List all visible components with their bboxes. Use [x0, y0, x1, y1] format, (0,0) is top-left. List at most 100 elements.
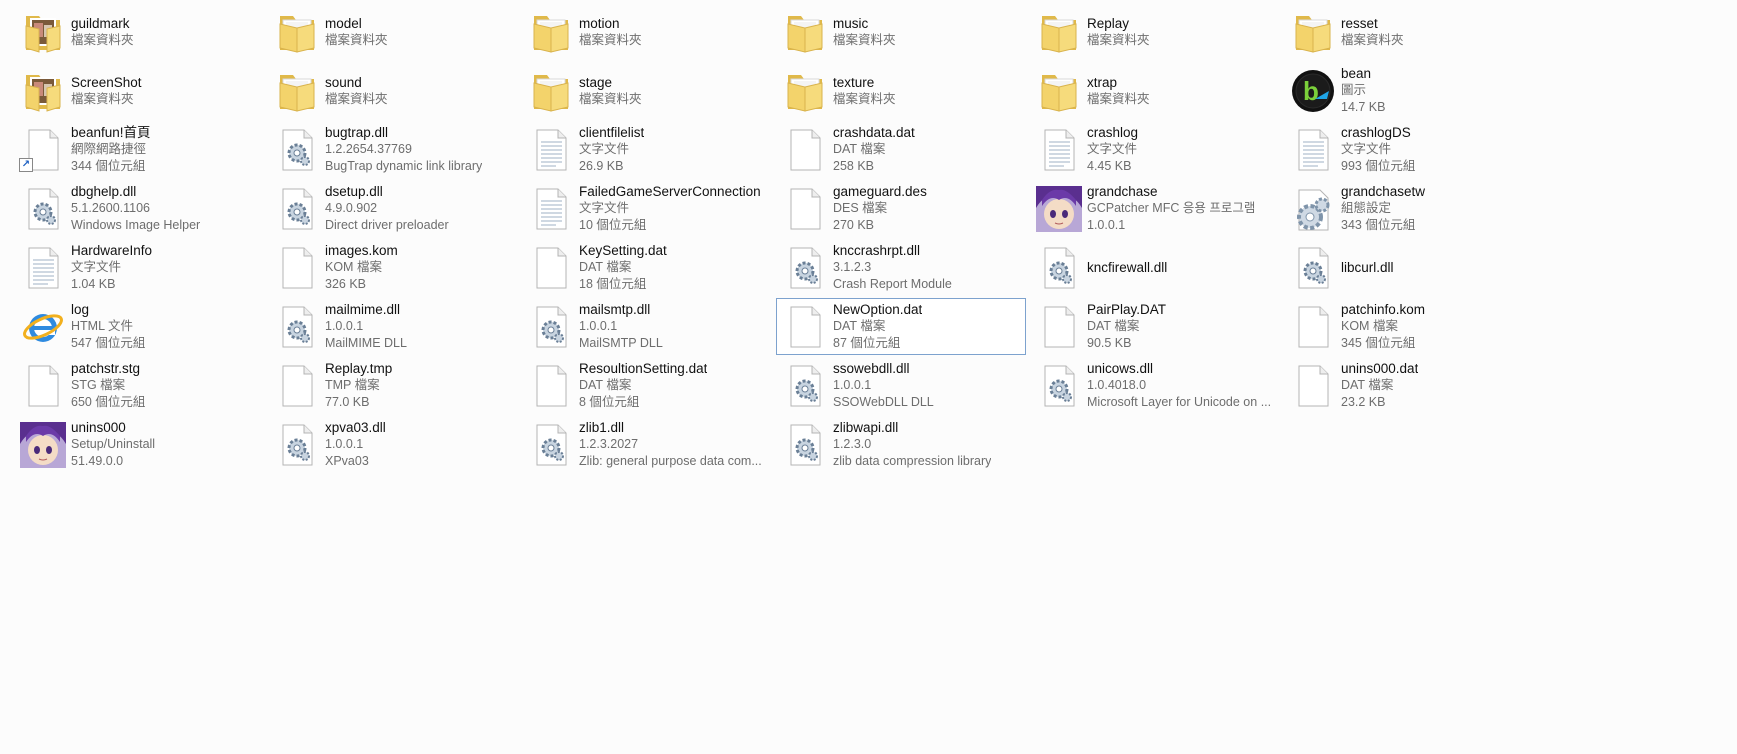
file-type: 檔案資料夾	[325, 32, 388, 47]
file-item[interactable]: crashlogDS 文字文件 993 個位元組	[1284, 121, 1534, 178]
file-item[interactable]: FailedGameServerConnection 文字文件 10 個位元組	[522, 180, 772, 237]
file-detail: 1.04 KB	[71, 277, 116, 291]
file-item[interactable]: zlib1.dll 1.2.3.2027 Zlib: general purpose…	[522, 416, 772, 473]
file-item[interactable]: mailmime.dll 1.0.0.1 MailMIME DLL	[268, 298, 518, 355]
file-detail: 344 個位元組	[71, 159, 146, 173]
file-name: clientfilelist	[579, 125, 645, 140]
file-item[interactable]: log HTML 文件 547 個位元組	[14, 298, 264, 355]
folder-icon	[273, 67, 321, 115]
file-type: 1.2.2654.37769	[325, 142, 412, 156]
file-item[interactable]: guildmark 檔案資料夾	[14, 3, 264, 60]
file-item[interactable]: crashdata.dat DAT 檔案 258 KB	[776, 121, 1026, 178]
file-name: dsetup.dll	[325, 184, 383, 199]
text-file-icon	[1289, 126, 1337, 174]
file-name: gameguard.des	[833, 184, 927, 199]
file-item[interactable]: knccrashrpt.dll 3.1.2.3 Crash Report Modul…	[776, 239, 1026, 296]
file-item[interactable]: images.kom KOM 檔案 326 KB	[268, 239, 518, 296]
file-detail: 23.2 KB	[1341, 395, 1386, 409]
file-item[interactable]: Replay 檔案資料夾	[1030, 3, 1280, 60]
file-item[interactable]: ResoultionSetting.dat DAT 檔案 8 個位元組	[522, 357, 772, 414]
file-item[interactable]: kncfirewall.dll	[1030, 239, 1280, 296]
file-detail: MailSMTP DLL	[579, 336, 663, 350]
text-file-icon	[527, 185, 575, 233]
file-name: model	[325, 15, 362, 31]
file-item[interactable]: motion 檔案資料夾	[522, 3, 772, 60]
file-type: 4.9.0.902	[325, 201, 378, 215]
file-item[interactable]: clientfilelist 文字文件 26.9 KB	[522, 121, 772, 178]
file-item[interactable]: b bean 圖示 14.7 KB	[1284, 62, 1534, 119]
file-type: TMP 檔案	[325, 378, 380, 392]
internet-shortcut-icon: ↗	[19, 126, 67, 174]
folder-icon	[1035, 8, 1083, 56]
file-item[interactable]: gameguard.des DES 檔案 270 KB	[776, 180, 1026, 237]
file-item[interactable]: texture 檔案資料夾	[776, 62, 1026, 119]
file-item[interactable]: model 檔案資料夾	[268, 3, 518, 60]
dll-gear-icon	[1289, 244, 1337, 292]
file-detail: 14.7 KB	[1341, 100, 1386, 114]
file-name: HardwareInfo	[71, 243, 153, 258]
character-avatar-icon	[19, 421, 67, 469]
folder-photo-icon	[19, 67, 67, 115]
file-name: images.kom	[325, 243, 398, 258]
file-item[interactable]: crashlog 文字文件 4.45 KB	[1030, 121, 1280, 178]
file-item[interactable]: resset 檔案資料夾	[1284, 3, 1534, 60]
file-item[interactable]: unins000 Setup/Uninstall 51.49.0.0	[14, 416, 264, 473]
file-name: unins000.dat	[1341, 361, 1419, 376]
file-name: music	[833, 15, 869, 31]
file-item[interactable]: bugtrap.dll 1.2.2654.37769 BugTrap dynamic…	[268, 121, 518, 178]
file-item[interactable]: PairPlay.DAT DAT 檔案 90.5 KB	[1030, 298, 1280, 355]
file-type: DAT 檔案	[833, 142, 886, 156]
file-item[interactable]: unicows.dll 1.0.4018.0 Microsoft Layer for…	[1030, 357, 1280, 414]
file-item[interactable]: sound 檔案資料夾	[268, 62, 518, 119]
folder-icon	[527, 67, 575, 115]
file-item[interactable]: music 檔案資料夾	[776, 3, 1026, 60]
file-item[interactable]: KeySetting.dat DAT 檔案 18 個位元組	[522, 239, 772, 296]
beanfun-logo-icon: b	[1289, 67, 1337, 115]
file-type: 1.0.0.1	[325, 437, 364, 451]
file-item[interactable]: dsetup.dll 4.9.0.902 Direct driver preload…	[268, 180, 518, 237]
file-item[interactable]: libcurl.dll	[1284, 239, 1534, 296]
file-type: 檔案資料夾	[1341, 32, 1404, 47]
file-name: guildmark	[71, 15, 130, 31]
file-type: 檔案資料夾	[71, 32, 134, 47]
file-detail: 326 KB	[325, 277, 367, 291]
file-item[interactable]: ssowebdll.dll 1.0.0.1 SSOWebDLL DLL	[776, 357, 1026, 414]
file-item[interactable]: Replay.tmp TMP 檔案 77.0 KB	[268, 357, 518, 414]
dll-gear-icon	[1035, 362, 1083, 410]
file-grid: guildmark 檔案資料夾 model 檔案資料夾 motion 檔案資料夾 mu…	[0, 0, 1737, 475]
file-item[interactable]: HardwareInfo 文字文件 1.04 KB	[14, 239, 264, 296]
file-name: log	[71, 302, 90, 317]
file-item[interactable]: stage 檔案資料夾	[522, 62, 772, 119]
file-item[interactable]: patchinfo.kom KOM 檔案 345 個位元組	[1284, 298, 1534, 355]
file-name: patchinfo.kom	[1341, 302, 1426, 317]
file-detail: MailMIME DLL	[325, 336, 407, 350]
file-detail: 90.5 KB	[1087, 336, 1132, 350]
file-name: xpva03.dll	[325, 420, 386, 435]
file-item[interactable]: xtrap 檔案資料夾	[1030, 62, 1280, 119]
dll-gear-icon	[273, 185, 321, 233]
character-avatar-icon	[1035, 185, 1083, 233]
file-item[interactable]: NewOption.dat DAT 檔案 87 個位元組	[776, 298, 1026, 355]
file-item[interactable]: grandchasetw 組態設定 343 個位元組	[1284, 180, 1534, 237]
file-detail: 547 個位元組	[71, 336, 146, 350]
dll-gear-icon	[273, 126, 321, 174]
file-detail: 1.0.0.1	[1087, 218, 1126, 232]
file-type: 文字文件	[579, 201, 630, 215]
file-item[interactable]: zlibwapi.dll 1.2.3.0 zlib data compression…	[776, 416, 1026, 473]
file-item[interactable]: unins000.dat DAT 檔案 23.2 KB	[1284, 357, 1534, 414]
file-type: 圖示	[1341, 83, 1367, 97]
file-item[interactable]: mailsmtp.dll 1.0.0.1 MailSMTP DLL	[522, 298, 772, 355]
file-type: 檔案資料夾	[833, 91, 896, 106]
file-name: kncfirewall.dll	[1087, 260, 1168, 275]
file-type: GCPatcher MFC 응용 프로그램	[1087, 201, 1256, 215]
file-item[interactable]: ScreenShot 檔案資料夾	[14, 62, 264, 119]
dll-gear-icon	[527, 303, 575, 351]
file-item[interactable]: xpva03.dll 1.0.0.1 XPva03	[268, 416, 518, 473]
file-item[interactable]: ↗ beanfun!首頁 網際網路捷徑 344 個位元組	[14, 121, 264, 178]
file-item[interactable]: dbghelp.dll 5.1.2600.1106 Windows Image He…	[14, 180, 264, 237]
file-type: 5.1.2600.1106	[71, 201, 151, 215]
file-type: KOM 檔案	[1341, 319, 1398, 333]
file-item[interactable]: grandchase GCPatcher MFC 응용 프로그램 1.0.0.1	[1030, 180, 1280, 237]
file-item[interactable]: patchstr.stg STG 檔案 650 個位元組	[14, 357, 264, 414]
file-detail: BugTrap dynamic link library	[325, 159, 483, 173]
